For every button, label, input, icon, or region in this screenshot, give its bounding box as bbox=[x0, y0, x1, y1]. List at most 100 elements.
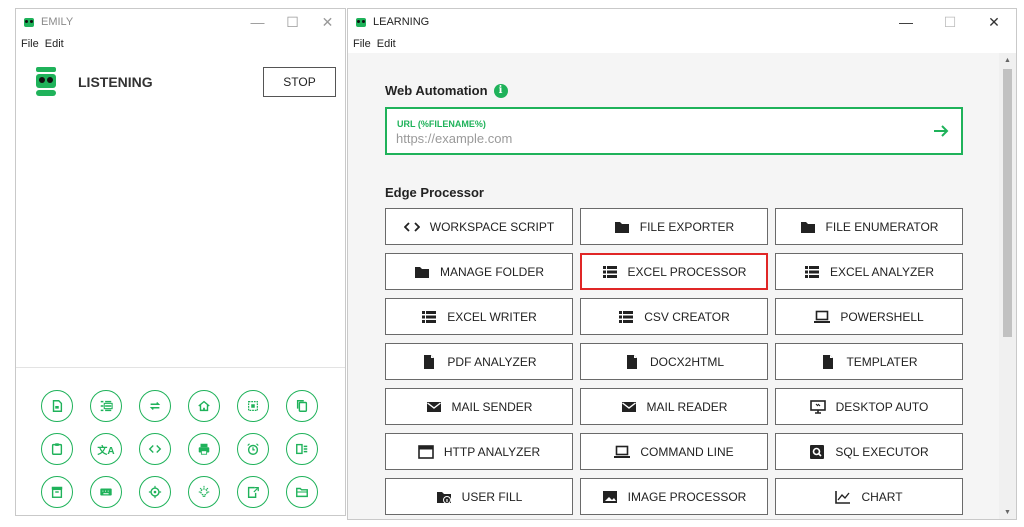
list-icon bbox=[602, 265, 618, 279]
processor-button-label: TEMPLATER bbox=[846, 354, 918, 369]
processor-button-label: EXCEL ANALYZER bbox=[829, 264, 935, 279]
docx2html-button[interactable]: DOCX2HTML bbox=[580, 343, 768, 380]
processor-button-label: FILE EXPORTER bbox=[639, 219, 735, 234]
processor-button-label: SQL EXECUTOR bbox=[835, 444, 929, 459]
processor-button-label: POWERSHELL bbox=[840, 309, 924, 324]
processor-button-label: USER FILL bbox=[461, 489, 523, 504]
image-processor-button[interactable]: IMAGE PROCESSOR bbox=[580, 478, 768, 515]
maximize-icon[interactable]: ☐ bbox=[928, 9, 972, 35]
templater-button[interactable]: TEMPLATER bbox=[775, 343, 963, 380]
browser-window-icon bbox=[418, 444, 434, 459]
learning-content: Web Automation i URL (%FILENAME%) Edge P… bbox=[348, 53, 999, 519]
http-analyzer-button[interactable]: HTTP ANALYZER bbox=[385, 433, 573, 470]
maximize-icon[interactable]: ☐ bbox=[275, 9, 310, 35]
robot-icon bbox=[36, 67, 56, 97]
scroll-up-icon[interactable]: ▲ bbox=[999, 53, 1016, 67]
file-exporter-button[interactable]: FILE EXPORTER bbox=[580, 208, 768, 245]
document-icon[interactable] bbox=[41, 390, 73, 422]
mail-icon bbox=[621, 400, 637, 414]
mail-reader-button[interactable]: MAIL READER bbox=[580, 388, 768, 425]
print-icon[interactable] bbox=[188, 433, 220, 465]
processor-button-label: CSV CREATOR bbox=[644, 309, 730, 324]
menu-file[interactable]: File bbox=[353, 38, 371, 50]
url-input[interactable] bbox=[396, 131, 906, 146]
manage-folder-button[interactable]: MANAGE FOLDER bbox=[385, 253, 573, 290]
scrollbar-thumb[interactable] bbox=[1003, 69, 1012, 337]
learning-titlebar[interactable]: LEARNING — ☐ ✕ bbox=[348, 9, 1016, 35]
emily-window: EMILY — ☐ ✕ File Edit LISTENING STOP 文A bbox=[15, 8, 346, 516]
minimize-icon[interactable]: — bbox=[884, 9, 928, 35]
url-field[interactable]: URL (%FILENAME%) bbox=[385, 107, 963, 155]
menu-edit[interactable]: Edit bbox=[45, 38, 64, 50]
keyboard-icon[interactable] bbox=[90, 476, 122, 508]
powershell-button[interactable]: POWERSHELL bbox=[775, 298, 963, 335]
edge-processor-title: Edge Processor bbox=[385, 185, 484, 200]
tool-icon-panel: 文A bbox=[16, 367, 345, 515]
mail-sender-button[interactable]: MAIL SENDER bbox=[385, 388, 573, 425]
status-label: LISTENING bbox=[78, 74, 153, 90]
arrow-right-icon[interactable] bbox=[931, 121, 951, 141]
close-icon[interactable]: ✕ bbox=[972, 9, 1016, 35]
processor-button-label: WORKSPACE SCRIPT bbox=[429, 219, 555, 234]
clipboard-icon[interactable] bbox=[41, 433, 73, 465]
file-icon bbox=[624, 354, 640, 369]
learning-menubar: File Edit bbox=[348, 35, 1016, 53]
archive-icon[interactable] bbox=[41, 476, 73, 508]
processor-button-label: EXCEL WRITER bbox=[447, 309, 537, 324]
workspace-script-button[interactable]: WORKSPACE SCRIPT bbox=[385, 208, 573, 245]
menu-edit[interactable]: Edit bbox=[377, 38, 396, 50]
info-icon[interactable]: i bbox=[493, 83, 508, 98]
monitor-icon bbox=[809, 399, 826, 414]
chart-button[interactable]: CHART bbox=[775, 478, 963, 515]
sql-executor-button[interactable]: SQL EXECUTOR bbox=[775, 433, 963, 470]
mail-icon bbox=[426, 400, 442, 414]
laptop-icon bbox=[814, 310, 831, 324]
processor-button-label: DOCX2HTML bbox=[649, 354, 724, 369]
emily-app-icon bbox=[24, 17, 34, 27]
close-icon[interactable]: ✕ bbox=[310, 9, 345, 35]
code-icon[interactable] bbox=[139, 433, 171, 465]
line-chart-icon bbox=[835, 490, 851, 504]
frame-icon[interactable] bbox=[237, 390, 269, 422]
laptop-icon bbox=[614, 445, 631, 459]
excel-writer-button[interactable]: EXCEL WRITER bbox=[385, 298, 573, 335]
web-automation-title: Web Automation bbox=[385, 83, 488, 98]
home-icon[interactable] bbox=[188, 390, 220, 422]
menu-file[interactable]: File bbox=[21, 38, 39, 50]
processor-button-label: DESKTOP AUTO bbox=[835, 399, 929, 414]
alarm-icon[interactable] bbox=[237, 433, 269, 465]
repeat-icon[interactable] bbox=[139, 390, 171, 422]
url-field-label: URL (%FILENAME%) bbox=[397, 119, 486, 129]
minimize-icon[interactable]: — bbox=[240, 9, 275, 35]
processor-button-label: EXCEL PROCESSOR bbox=[627, 264, 747, 279]
file-icon bbox=[820, 354, 836, 369]
command-line-button[interactable]: COMMAND LINE bbox=[580, 433, 768, 470]
lightbulb-icon[interactable] bbox=[188, 476, 220, 508]
database-list-icon[interactable] bbox=[286, 433, 318, 465]
list-icon bbox=[804, 265, 820, 279]
image-icon bbox=[602, 490, 618, 504]
emily-window-title: EMILY bbox=[41, 16, 74, 28]
emily-titlebar[interactable]: EMILY — ☐ ✕ bbox=[16, 9, 345, 35]
translate-icon[interactable]: 文A bbox=[90, 433, 122, 465]
file-enumerator-button[interactable]: FILE ENUMERATOR bbox=[775, 208, 963, 245]
list-icon bbox=[421, 310, 437, 324]
excel-processor-button[interactable]: EXCEL PROCESSOR bbox=[580, 253, 768, 290]
scroll-down-icon[interactable]: ▼ bbox=[999, 505, 1016, 519]
processor-button-label: FILE ENUMERATOR bbox=[825, 219, 939, 234]
list-icon[interactable] bbox=[90, 390, 122, 422]
file-export-icon[interactable] bbox=[237, 476, 269, 508]
folder-open-icon[interactable] bbox=[286, 476, 318, 508]
csv-creator-button[interactable]: CSV CREATOR bbox=[580, 298, 768, 335]
copy-icon[interactable] bbox=[286, 390, 318, 422]
user-fill-button[interactable]: USER FILL bbox=[385, 478, 573, 515]
crosshair-icon[interactable] bbox=[139, 476, 171, 508]
excel-analyzer-button[interactable]: EXCEL ANALYZER bbox=[775, 253, 963, 290]
stop-button[interactable]: STOP bbox=[263, 67, 336, 97]
pdf-analyzer-button[interactable]: PDF ANALYZER bbox=[385, 343, 573, 380]
edge-processor-grid: WORKSPACE SCRIPT FILE EXPORTER FILE ENUMER… bbox=[385, 208, 963, 515]
list-icon bbox=[618, 310, 634, 324]
desktop-auto-button[interactable]: DESKTOP AUTO bbox=[775, 388, 963, 425]
code-icon bbox=[403, 220, 420, 234]
vertical-scrollbar[interactable]: ▲ ▼ bbox=[999, 53, 1016, 519]
